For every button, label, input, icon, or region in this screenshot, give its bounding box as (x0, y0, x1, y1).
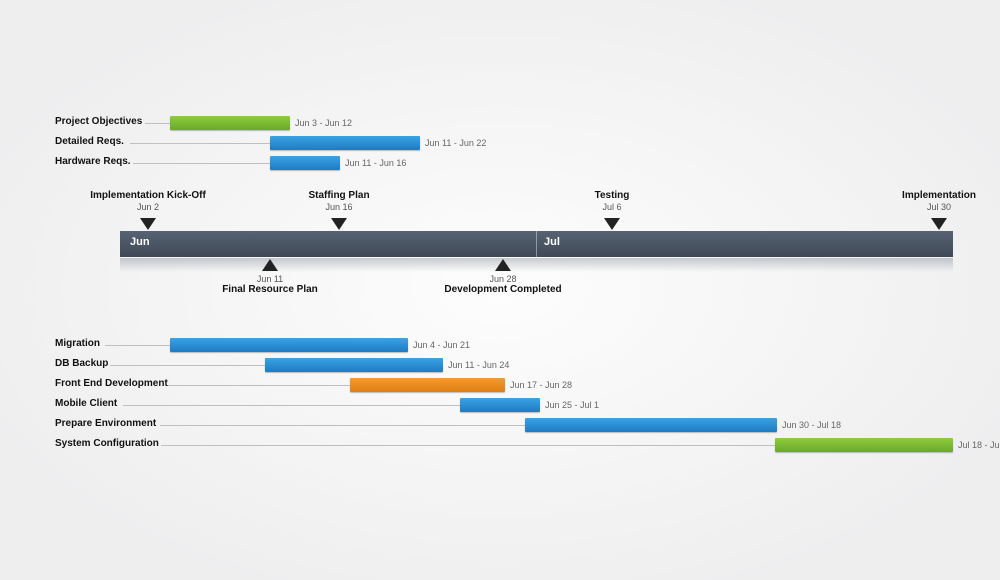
milestone-title: Staffing Plan (289, 190, 389, 201)
month-tick (536, 231, 537, 257)
task-range: Jun 25 - Jul 1 (545, 400, 599, 410)
task-range: Jun 11 - Jun 16 (345, 158, 406, 168)
timeline-axis: Jun Jul (120, 231, 953, 257)
milestone-label: Implementation Kick-Off Jun 2 (88, 190, 208, 212)
milestone-date: Jul 6 (572, 202, 652, 212)
task-bar (525, 418, 777, 432)
task-row: Hardware Reqs. Jun 11 - Jun 16 (55, 153, 953, 173)
task-row: DB Backup Jun 11 - Jun 24 (55, 355, 953, 375)
task-row: Mobile Client Jun 25 - Jul 1 (55, 395, 953, 415)
month-label: Jun (130, 236, 150, 248)
task-range: Jun 30 - Jul 18 (782, 420, 841, 430)
timeline-reflection (120, 258, 953, 272)
connector-line (168, 385, 350, 386)
milestone-date: Jun 28 (428, 274, 578, 284)
milestone-date: Jun 2 (88, 202, 208, 212)
task-label: Hardware Reqs. (55, 156, 131, 167)
task-range: Jun 11 - Jun 22 (425, 138, 486, 148)
gantt-timeline-chart: Project Objectives Jun 3 - Jun 12 Detail… (55, 113, 953, 483)
task-bar (350, 378, 505, 392)
task-bar (170, 116, 290, 130)
milestone-label: Jun 28 Development Completed (428, 273, 578, 295)
task-row: Front End Development Jun 17 - Jun 28 (55, 375, 953, 395)
connector-line (161, 445, 775, 446)
milestone-title: Final Resource Plan (210, 284, 330, 295)
chevron-down-icon (931, 218, 947, 230)
milestone-date: Jul 30 (879, 202, 999, 212)
task-label: Front End Development (55, 378, 168, 389)
task-row: System Configuration Jul 18 - Jul 31 (55, 435, 953, 455)
task-row: Project Objectives Jun 3 - Jun 12 (55, 113, 953, 133)
task-label: System Configuration (55, 438, 159, 449)
task-bar (265, 358, 443, 372)
milestone-title: Testing (572, 190, 652, 201)
milestone-title: Implementation (879, 190, 999, 201)
milestone-date: Jun 11 (210, 274, 330, 284)
chevron-down-icon (604, 218, 620, 230)
connector-line (160, 425, 525, 426)
milestone-label: Staffing Plan Jun 16 (289, 190, 389, 212)
task-range: Jun 4 - Jun 21 (413, 340, 470, 350)
connector-line (130, 143, 270, 144)
task-label: Detailed Reqs. (55, 136, 124, 147)
task-row: Prepare Environment Jun 30 - Jul 18 (55, 415, 953, 435)
chevron-down-icon (140, 218, 156, 230)
task-range: Jun 11 - Jun 24 (448, 360, 509, 370)
task-bar (270, 136, 420, 150)
milestone-title: Development Completed (428, 284, 578, 295)
connector-line (110, 365, 265, 366)
month-label: Jul (544, 236, 560, 248)
connector-line (105, 345, 170, 346)
milestone-label: Testing Jul 6 (572, 190, 652, 212)
connector-line (133, 163, 270, 164)
task-range: Jun 17 - Jun 28 (510, 380, 572, 390)
chevron-up-icon (262, 259, 278, 271)
chevron-down-icon (331, 218, 347, 230)
task-bar (775, 438, 953, 452)
task-bar (270, 156, 340, 170)
connector-line (145, 123, 170, 124)
chevron-up-icon (495, 259, 511, 271)
task-range: Jun 3 - Jun 12 (295, 118, 352, 128)
task-label: Prepare Environment (55, 418, 156, 429)
task-label: Mobile Client (55, 398, 117, 409)
milestone-label: Implementation Jul 30 (879, 190, 999, 212)
milestone-title: Implementation Kick-Off (88, 190, 208, 201)
milestone-label: Jun 11 Final Resource Plan (210, 273, 330, 295)
task-bar (170, 338, 408, 352)
task-row: Migration Jun 4 - Jun 21 (55, 335, 953, 355)
task-label: Migration (55, 338, 100, 349)
task-label: DB Backup (55, 358, 108, 369)
task-row: Detailed Reqs. Jun 11 - Jun 22 (55, 133, 953, 153)
task-bar (460, 398, 540, 412)
connector-line (123, 405, 460, 406)
task-range: Jul 18 - Jul 31 (958, 440, 1000, 450)
task-label: Project Objectives (55, 116, 142, 127)
milestone-date: Jun 16 (289, 202, 389, 212)
